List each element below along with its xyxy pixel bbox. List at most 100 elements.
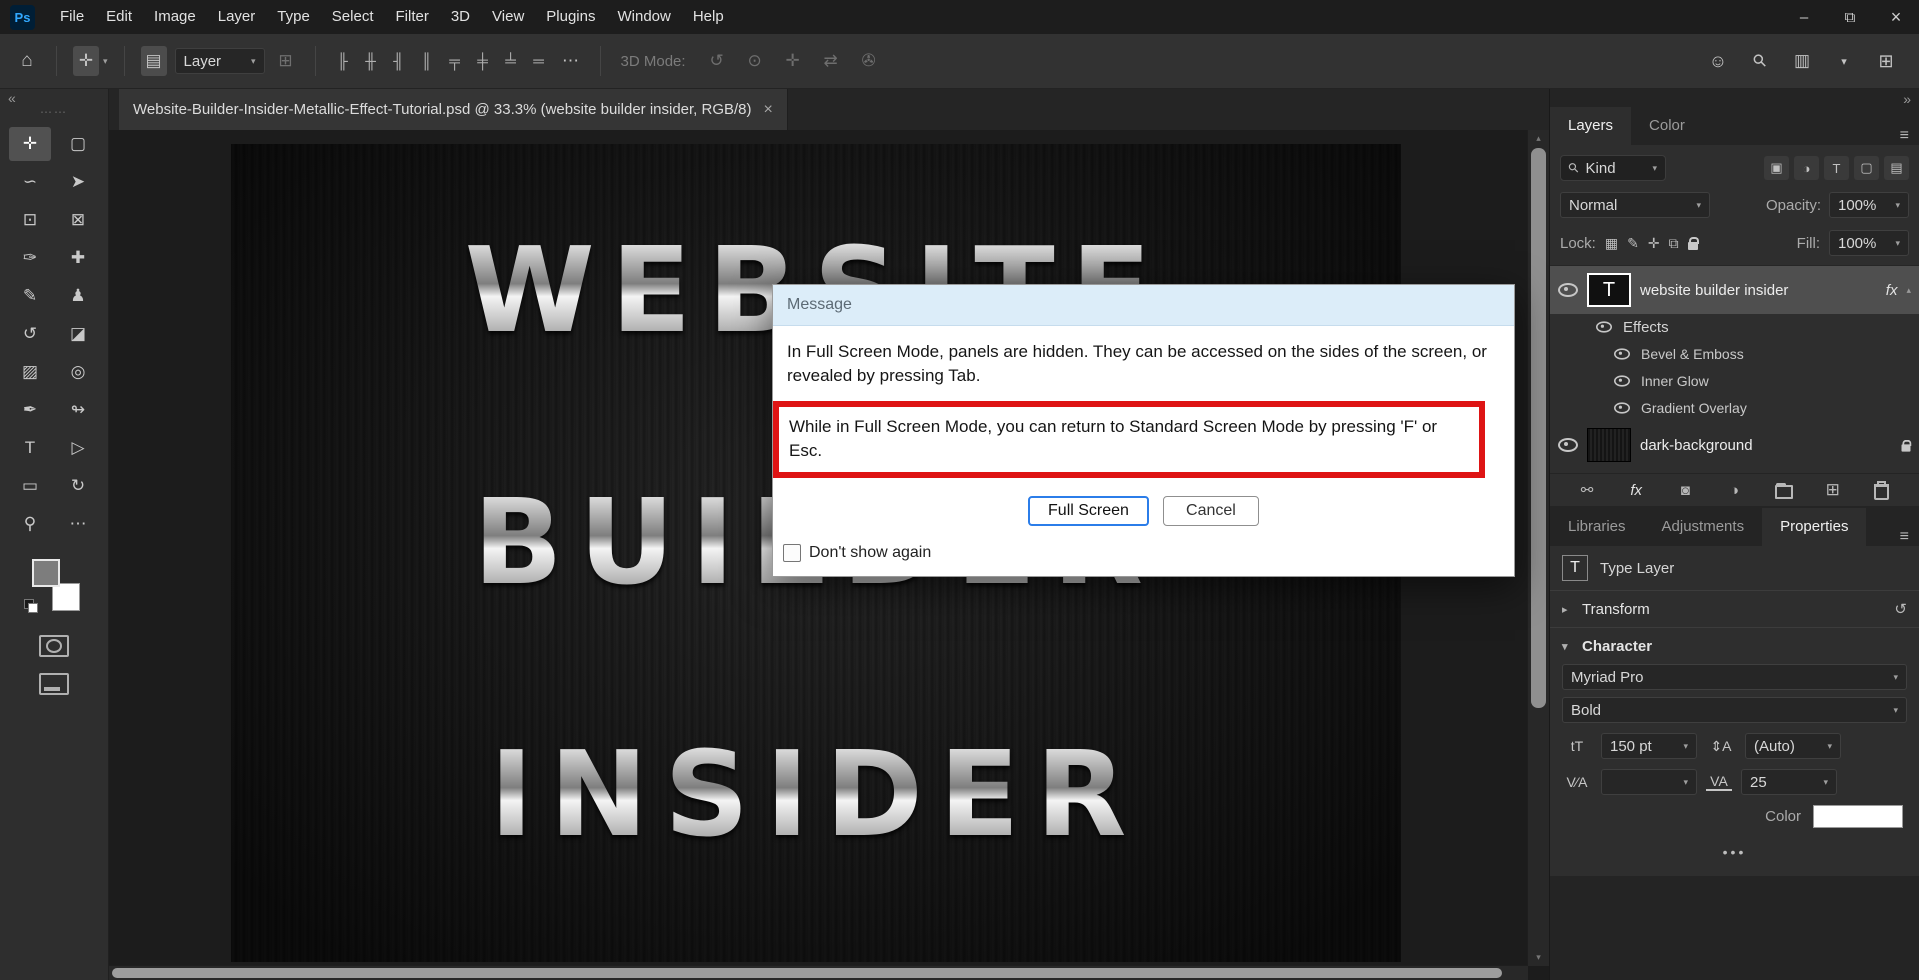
- menu-file[interactable]: File: [49, 0, 95, 34]
- align-middle-icon[interactable]: ╪: [472, 46, 494, 76]
- panel-drag-handle[interactable]: ⋯⋯: [40, 107, 68, 121]
- text-color-swatch[interactable]: [1813, 805, 1903, 828]
- add-layer-mask-icon[interactable]: ◙: [1674, 481, 1696, 499]
- add-adjustment-layer-icon[interactable]: ◑: [1723, 481, 1745, 499]
- object-selection-tool[interactable]: ➤: [57, 165, 99, 199]
- character-section[interactable]: ▾ Character: [1550, 628, 1919, 664]
- lock-transparency-icon[interactable]: ▦: [1605, 235, 1618, 252]
- filter-smart-icon[interactable]: ▤: [1884, 156, 1909, 180]
- new-layer-icon[interactable]: ⊞: [1822, 481, 1844, 499]
- brush-tool[interactable]: ✎: [9, 279, 51, 313]
- lasso-tool[interactable]: ∽: [9, 165, 51, 199]
- document-tab[interactable]: Website-Builder-Insider-Metallic-Effect-…: [119, 89, 788, 130]
- tab-close-icon[interactable]: ×: [764, 101, 773, 119]
- align-center-h-icon[interactable]: ╫: [360, 46, 382, 76]
- align-right-icon[interactable]: ╢: [388, 46, 410, 76]
- tool-preset-arrow-icon[interactable]: ▾: [103, 56, 108, 67]
- share-user-icon[interactable]: ☺: [1705, 46, 1731, 76]
- visibility-eye-icon[interactable]: [1558, 438, 1578, 452]
- menu-help[interactable]: Help: [682, 0, 735, 34]
- type-layer-thumbnail[interactable]: T: [1587, 273, 1631, 307]
- visibility-eye-icon[interactable]: [1558, 283, 1578, 297]
- leading-dropdown[interactable]: (Auto) ▾: [1745, 733, 1841, 759]
- path-selection-tool[interactable]: ▷: [57, 431, 99, 465]
- minimize-button[interactable]: –: [1781, 0, 1827, 34]
- tab-libraries[interactable]: Libraries: [1550, 508, 1644, 546]
- link-layers-icon[interactable]: ⚯: [1576, 481, 1598, 499]
- fill-dropdown[interactable]: 100% ▾: [1829, 230, 1909, 256]
- dialog-title[interactable]: Message: [773, 285, 1514, 326]
- clone-stamp-tool[interactable]: ♟: [57, 279, 99, 313]
- expand-panel-icon[interactable]: »: [1903, 91, 1911, 107]
- foreground-swatch[interactable]: [32, 559, 60, 587]
- effect-row[interactable]: Gradient Overlay: [1550, 394, 1919, 421]
- menu-view[interactable]: View: [481, 0, 535, 34]
- vertical-scrollbar-thumb[interactable]: [1531, 148, 1546, 708]
- filter-type-icon[interactable]: T: [1824, 156, 1849, 180]
- menu-filter[interactable]: Filter: [385, 0, 440, 34]
- distribute-h-icon[interactable]: ║: [416, 46, 438, 76]
- current-tool-icon[interactable]: ✛: [73, 46, 99, 76]
- close-button[interactable]: ×: [1873, 0, 1919, 34]
- new-group-icon[interactable]: [1773, 481, 1795, 499]
- dont-show-again-checkbox[interactable]: [783, 544, 801, 562]
- scroll-down-icon[interactable]: ▾: [1528, 952, 1549, 963]
- panel-menu-icon[interactable]: ≡: [1900, 528, 1919, 546]
- healing-brush-tool[interactable]: ✚: [57, 241, 99, 275]
- auto-select-icon[interactable]: ▤: [141, 46, 167, 76]
- transform-section[interactable]: ▸ Transform ↺: [1550, 591, 1919, 627]
- horizontal-scrollbar[interactable]: [109, 965, 1528, 980]
- camera-3d-icon[interactable]: ✇: [856, 46, 882, 76]
- eraser-tool[interactable]: ◪: [57, 317, 99, 351]
- screen-mode-icon[interactable]: [39, 673, 69, 695]
- visibility-eye-icon[interactable]: [1596, 321, 1612, 332]
- cancel-button[interactable]: Cancel: [1163, 496, 1259, 526]
- font-style-dropdown[interactable]: Bold ▾: [1562, 697, 1907, 723]
- font-family-dropdown[interactable]: Myriad Pro ▾: [1562, 664, 1907, 690]
- pan-3d-icon[interactable]: ✛: [780, 46, 806, 76]
- menu-layer[interactable]: Layer: [207, 0, 267, 34]
- tab-layers[interactable]: Layers: [1550, 107, 1631, 145]
- crop-tool[interactable]: ⊡: [9, 203, 51, 237]
- zoom-tool[interactable]: ⚲: [9, 507, 51, 541]
- distribute-v-icon[interactable]: ═: [528, 46, 550, 76]
- kind-filter-dropdown[interactable]: ⚲ Kind ▾: [1560, 155, 1666, 181]
- background-swatch[interactable]: [52, 583, 80, 611]
- roll-3d-icon[interactable]: ⊙: [742, 46, 768, 76]
- blur-tool[interactable]: ◎: [57, 355, 99, 389]
- workspace-chevron-icon[interactable]: ▾: [1831, 46, 1857, 76]
- lock-all-icon[interactable]: [1688, 242, 1698, 250]
- tab-adjustments[interactable]: Adjustments: [1644, 508, 1763, 546]
- scroll-up-icon[interactable]: ▴: [1528, 133, 1549, 144]
- smudge-tool[interactable]: ↬: [57, 393, 99, 427]
- kerning-dropdown[interactable]: 25 ▾: [1741, 769, 1837, 795]
- effect-row[interactable]: Inner Glow: [1550, 367, 1919, 394]
- type-tool[interactable]: T: [9, 431, 51, 465]
- menu-type[interactable]: Type: [266, 0, 321, 34]
- tracking-dropdown[interactable]: ▾: [1601, 769, 1697, 795]
- effect-row[interactable]: Bevel & Emboss: [1550, 340, 1919, 367]
- menu-edit[interactable]: Edit: [95, 0, 143, 34]
- align-left-icon[interactable]: ╟: [332, 46, 354, 76]
- layer-effects-badge[interactable]: fx: [1886, 282, 1898, 299]
- tab-color[interactable]: Color: [1631, 107, 1703, 145]
- lock-position-icon[interactable]: ✛: [1648, 235, 1660, 252]
- history-brush-tool[interactable]: ↺: [9, 317, 51, 351]
- font-size-dropdown[interactable]: 150 pt ▾: [1601, 733, 1697, 759]
- menu-select[interactable]: Select: [321, 0, 385, 34]
- orbit-3d-icon[interactable]: ↺: [704, 46, 730, 76]
- delete-layer-icon[interactable]: [1871, 481, 1893, 499]
- search-icon[interactable]: ⚲: [1747, 46, 1773, 76]
- menu-3d[interactable]: 3D: [440, 0, 481, 34]
- blend-mode-dropdown[interactable]: Normal ▾: [1560, 192, 1710, 218]
- quick-mask-icon[interactable]: [39, 635, 69, 657]
- gradient-tool[interactable]: ▨: [9, 355, 51, 389]
- more-options-icon[interactable]: •••: [1550, 828, 1919, 876]
- eyedropper-tool[interactable]: ✑: [9, 241, 51, 275]
- auto-select-dropdown[interactable]: Layer ▾: [175, 48, 265, 74]
- frame-tool[interactable]: ⊠: [57, 203, 99, 237]
- layer-row-background[interactable]: dark-background: [1550, 421, 1919, 469]
- move-tool[interactable]: ✛: [9, 127, 51, 161]
- more-tools[interactable]: ⋯: [57, 507, 99, 541]
- rectangle-tool[interactable]: ▭: [9, 469, 51, 503]
